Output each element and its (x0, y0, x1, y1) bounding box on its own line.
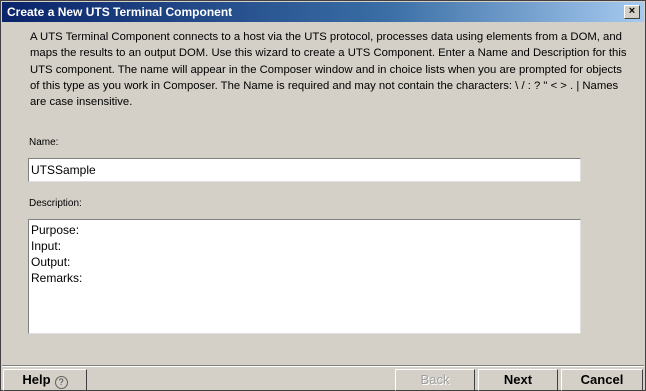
name-field[interactable]: UTSSample (28, 158, 581, 182)
intro-text: A UTS Terminal Component connects to a h… (30, 31, 627, 109)
description-field[interactable]: Purpose: Input: Output: Remarks: (28, 219, 581, 334)
close-icon[interactable]: × (624, 5, 640, 19)
back-button[interactable]: Back (395, 369, 475, 391)
name-value: UTSSample (31, 163, 96, 177)
help-icon: ? (54, 376, 68, 389)
title-bar[interactable]: Create a New UTS Terminal Component × (2, 2, 644, 22)
description-line-output: Output: (31, 255, 71, 269)
window-title: Create a New UTS Terminal Component (7, 5, 233, 19)
help-button-label: Help (22, 372, 51, 387)
name-label: Name: (29, 137, 59, 148)
description-label: Description: (29, 198, 82, 209)
cancel-button[interactable]: Cancel (561, 369, 643, 391)
wizard-dialog: Create a New UTS Terminal Component × A … (0, 0, 646, 391)
description-line-remarks: Remarks: (31, 271, 83, 285)
description-line-input: Input: (31, 239, 62, 253)
description-line-purpose: Purpose: (31, 223, 80, 237)
help-button[interactable]: Help? (3, 369, 87, 391)
next-button[interactable]: Next (478, 369, 558, 391)
footer-divider (2, 365, 644, 367)
